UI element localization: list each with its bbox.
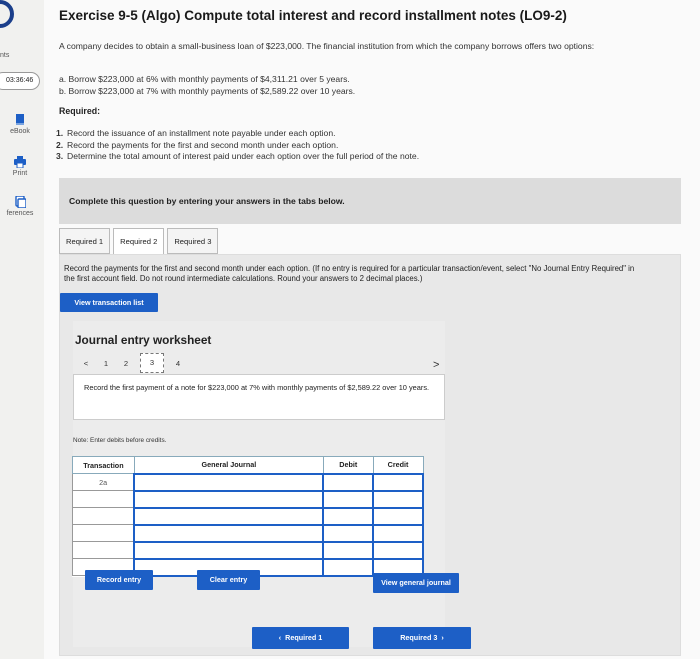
transaction-cell xyxy=(72,524,135,542)
transaction-cell: 2a xyxy=(72,473,135,491)
credit-input[interactable] xyxy=(372,472,424,492)
page-1[interactable]: 1 xyxy=(96,359,116,368)
required-list: 1. Record the issuance of an installment … xyxy=(56,128,419,163)
debit-credit-note: Note: Enter debits before credits. xyxy=(73,437,167,444)
required-item: 2. Record the payments for the first and … xyxy=(56,139,339,150)
entry-description: Record the first payment of a note for $… xyxy=(73,374,445,420)
table-row xyxy=(72,540,424,560)
required-heading: Required: xyxy=(59,106,101,116)
col-credit: Credit xyxy=(372,456,424,474)
clear-entry-button[interactable]: Clear entry xyxy=(197,570,260,590)
references-button[interactable]: ferences xyxy=(0,196,40,217)
requirement-tabs: Required 1 Required 2 Required 3 xyxy=(59,228,221,254)
debit-input[interactable] xyxy=(322,506,375,526)
next-required-button[interactable]: Required 3 › xyxy=(373,627,471,649)
debit-input[interactable] xyxy=(322,489,375,509)
worksheet-title: Journal entry worksheet xyxy=(75,333,212,347)
option-a: a. Borrow $223,000 at 6% with monthly pa… xyxy=(59,74,350,84)
tab-panel: Record the payments for the first and se… xyxy=(59,254,681,656)
problem-intro: A company decides to obtain a small-busi… xyxy=(59,41,595,51)
table-row xyxy=(72,506,424,526)
required-item: 1. Record the issuance of an installment … xyxy=(56,128,336,138)
journal-table: Transaction General Journal Debit Credit… xyxy=(72,456,424,577)
credit-input[interactable] xyxy=(372,540,424,560)
points-label: nts xyxy=(0,52,10,59)
account-input[interactable] xyxy=(133,472,325,492)
account-input[interactable] xyxy=(133,523,325,543)
ebook-label: eBook xyxy=(10,128,30,135)
references-icon xyxy=(15,196,26,208)
prev-required-label: Required 1 xyxy=(285,633,323,642)
transaction-cell xyxy=(72,490,135,508)
table-row xyxy=(72,489,424,509)
sidebar: nts 03:36:46 eBook Print ferences xyxy=(0,0,44,659)
book-icon xyxy=(16,114,24,125)
next-required-label: Required 3 xyxy=(400,633,438,642)
record-entry-button[interactable]: Record entry xyxy=(85,570,153,590)
debit-input[interactable] xyxy=(322,472,375,492)
transaction-cell xyxy=(72,507,135,525)
timer-badge[interactable]: 03:36:46 xyxy=(0,72,40,90)
next-page-arrow[interactable]: > xyxy=(433,359,439,371)
prev-required-button[interactable]: ‹ Required 1 xyxy=(252,627,349,649)
view-general-journal-button[interactable]: View general journal xyxy=(373,573,459,593)
required-item: 3. Determine the total amount of interest… xyxy=(56,151,420,161)
debit-input[interactable] xyxy=(322,523,375,543)
transaction-cell xyxy=(72,541,135,559)
options-list: a. Borrow $223,000 at 6% with monthly pa… xyxy=(59,73,355,97)
print-button[interactable]: Print xyxy=(0,156,40,177)
tab-required-2[interactable]: Required 2 xyxy=(113,228,165,254)
col-transaction: Transaction xyxy=(72,456,135,474)
credit-input[interactable] xyxy=(372,506,424,526)
print-label: Print xyxy=(12,170,28,177)
tab-required-1[interactable]: Required 1 xyxy=(59,228,111,254)
worksheet-pager: < 1 2 3 4 xyxy=(76,353,188,373)
tab-required-3[interactable]: Required 3 xyxy=(167,228,219,254)
page-title: Exercise 9-5 (Algo) Compute total intere… xyxy=(59,8,567,23)
view-transaction-list-button[interactable]: View transaction list xyxy=(60,293,158,312)
chevron-left-icon: ‹ xyxy=(278,633,282,642)
debit-input[interactable] xyxy=(322,557,375,577)
complete-banner: Complete this question by entering your … xyxy=(59,178,681,224)
page-3-current[interactable]: 3 xyxy=(140,353,164,373)
printer-icon xyxy=(14,156,26,168)
col-general-journal: General Journal xyxy=(133,456,324,474)
table-row: 2a xyxy=(72,472,424,492)
references-label: ferences xyxy=(6,210,34,217)
option-b: b. Borrow $223,000 at 7% with monthly pa… xyxy=(59,86,356,96)
account-input[interactable] xyxy=(133,540,325,560)
panel-instruction: Record the payments for the first and se… xyxy=(64,264,635,283)
debit-input[interactable] xyxy=(322,540,375,560)
prev-page-arrow[interactable]: < xyxy=(76,359,96,368)
page-2[interactable]: 2 xyxy=(116,359,136,368)
table-row xyxy=(72,523,424,543)
main-content: Exercise 9-5 (Algo) Compute total intere… xyxy=(44,0,700,659)
col-debit: Debit xyxy=(322,456,374,474)
account-input[interactable] xyxy=(133,489,325,509)
logo-icon xyxy=(0,0,14,28)
ebook-button[interactable]: eBook xyxy=(0,114,40,135)
page-4[interactable]: 4 xyxy=(168,359,188,368)
account-input[interactable] xyxy=(133,506,325,526)
chevron-right-icon: › xyxy=(441,633,444,642)
credit-input[interactable] xyxy=(372,523,424,543)
credit-input[interactable] xyxy=(372,489,424,509)
